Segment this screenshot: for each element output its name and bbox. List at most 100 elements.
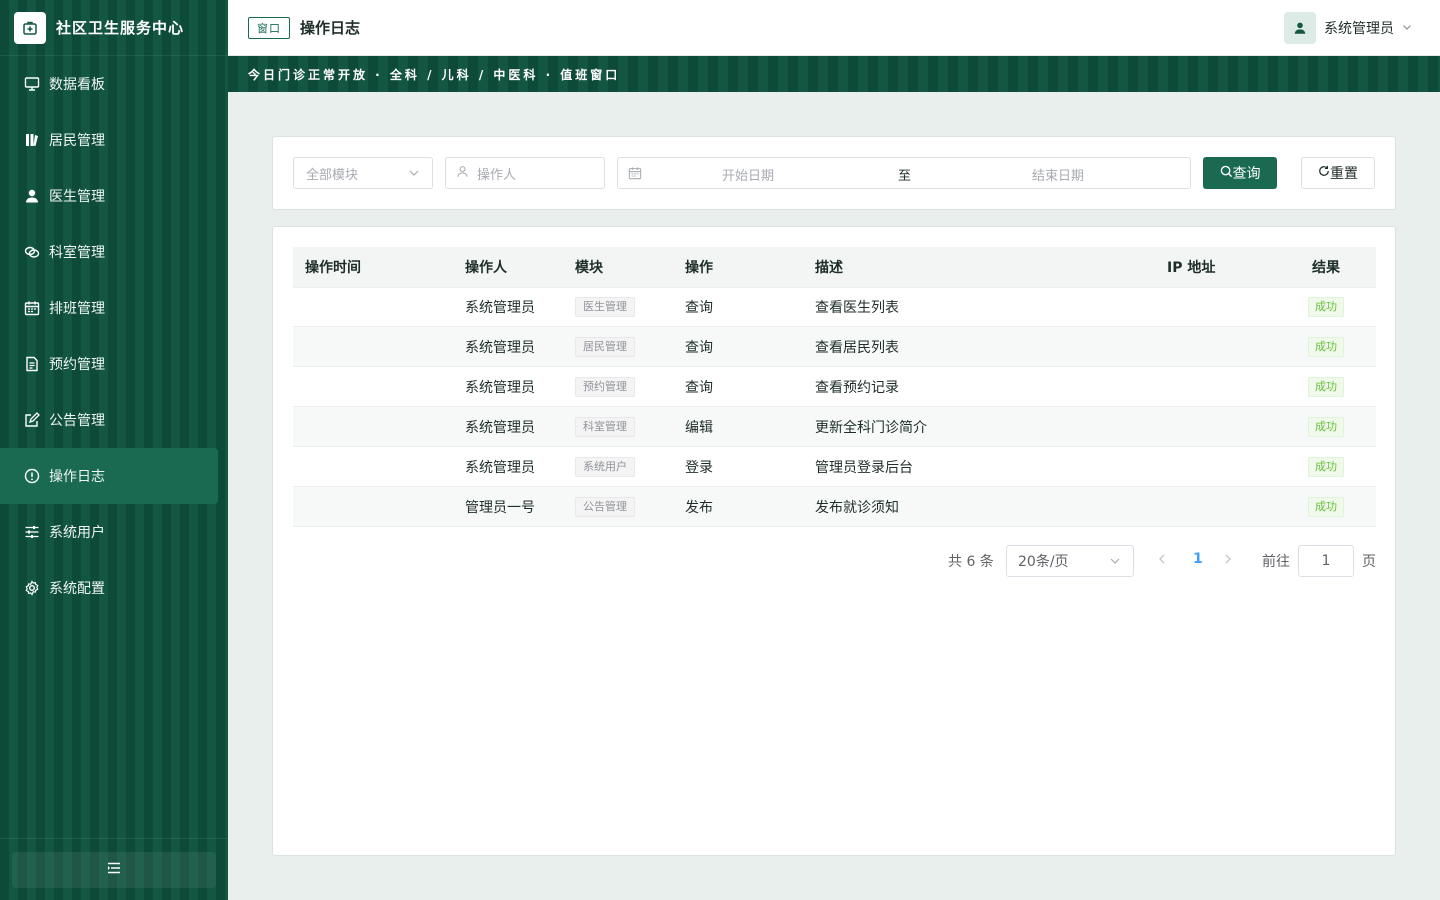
cell-operator: 系统管理员 <box>465 379 535 396</box>
cell-operator: 系统管理员 <box>465 419 535 436</box>
sidebar-item-system-config[interactable]: 系统配置 <box>0 560 228 616</box>
avatar <box>1284 12 1316 44</box>
app-title: 社区卫生服务中心 <box>56 19 185 37</box>
page-number-current[interactable]: 1 <box>1193 551 1203 567</box>
table-row[interactable]: 系统管理员 科室管理 编辑 更新全科门诊简介 成功 <box>293 407 1376 447</box>
operator-placeholder: 操作人 <box>477 167 517 183</box>
query-label: 查询 <box>1232 166 1261 182</box>
sidebar-item-system-users[interactable]: 系统用户 <box>0 504 228 560</box>
module-select[interactable]: 全部模块 <box>293 157 433 189</box>
column-header-action[interactable]: 操作 <box>673 257 803 277</box>
sidebar-item-departments[interactable]: 科室管理 <box>0 224 228 280</box>
sidebar-item-label: 排班管理 <box>49 301 105 317</box>
table-row[interactable]: 系统管理员 系统用户 登录 管理员登录后台 成功 <box>293 447 1376 487</box>
cell-module: 居民管理 <box>563 336 673 357</box>
column-header-operator[interactable]: 操作人 <box>453 257 563 277</box>
sidebar-item-doctors[interactable]: 医生管理 <box>0 168 228 224</box>
cell-action: 查询 <box>685 300 713 316</box>
sidebar-item-appointments[interactable]: 预约管理 <box>0 336 228 392</box>
sidebar-item-label: 医生管理 <box>49 189 105 205</box>
cell-description: 查看居民列表 <box>815 339 899 356</box>
chevron-right-icon <box>1225 554 1231 564</box>
end-date-placeholder[interactable]: 结束日期 <box>1032 165 1084 184</box>
module-tag: 科室管理 <box>575 416 635 437</box>
sidebar-item-label: 公告管理 <box>49 413 105 429</box>
cell-operator: 管理员一号 <box>465 499 535 516</box>
date-range-separator: 至 <box>898 169 912 184</box>
sidebar-item-label: 预约管理 <box>49 357 105 373</box>
column-header-module[interactable]: 模块 <box>563 257 673 277</box>
sidebar-item-label: 科室管理 <box>49 245 105 261</box>
date-range-picker[interactable]: 开始日期 至 结束日期 <box>617 157 1191 189</box>
sidebar-item-label: 数据看板 <box>49 77 105 93</box>
query-button[interactable]: 查询 <box>1203 157 1277 189</box>
chevron-down-icon <box>1109 555 1121 571</box>
cell-module: 系统用户 <box>563 456 673 477</box>
operator-input[interactable]: 操作人 <box>445 157 605 189</box>
column-header-ip[interactable]: IP 地址 <box>1155 257 1276 277</box>
cell-operator: 系统管理员 <box>465 459 535 476</box>
top-header: 窗口 操作日志 系统管理员 <box>228 0 1440 56</box>
cell-result: 成功 <box>1276 336 1376 357</box>
next-page-button[interactable] <box>1223 553 1233 569</box>
table-row[interactable]: 管理员一号 公告管理 发布 发布就诊须知 成功 <box>293 487 1376 527</box>
start-date-placeholder[interactable]: 开始日期 <box>722 165 774 184</box>
cell-description: 管理员登录后台 <box>815 459 913 476</box>
page-size-select[interactable]: 20条/页 <box>1006 545 1134 577</box>
table-row[interactable]: 系统管理员 医生管理 查询 查看医生列表 成功 <box>293 287 1376 327</box>
result-badge: 成功 <box>1308 376 1344 397</box>
sidebar-item-announcements[interactable]: 公告管理 <box>0 392 228 448</box>
cell-operator: 系统管理员 <box>465 339 535 356</box>
cell-module: 公告管理 <box>563 496 673 517</box>
module-tag: 系统用户 <box>575 456 635 477</box>
cell-result: 成功 <box>1276 496 1376 517</box>
cell-result: 成功 <box>1276 297 1376 317</box>
cell-module: 医生管理 <box>563 297 673 317</box>
column-header-result[interactable]: 结果 <box>1276 257 1376 277</box>
table-row[interactable]: 系统管理员 预约管理 查询 查看预约记录 成功 <box>293 367 1376 407</box>
result-badge: 成功 <box>1308 336 1344 357</box>
sliders-icon <box>24 524 40 540</box>
column-header-description[interactable]: 描述 <box>803 257 1155 277</box>
sidebar-item-residents[interactable]: 居民管理 <box>0 112 228 168</box>
module-select-placeholder: 全部模块 <box>306 167 359 183</box>
window-tag: 窗口 <box>248 16 290 39</box>
module-tag: 医生管理 <box>575 297 635 317</box>
result-badge: 成功 <box>1308 416 1344 437</box>
reset-button[interactable]: 重置 <box>1301 157 1375 189</box>
collapse-sidebar-button[interactable] <box>12 851 216 888</box>
cell-result: 成功 <box>1276 416 1376 437</box>
page-size-value: 20条/页 <box>1018 554 1069 570</box>
user-outline-icon <box>456 165 469 182</box>
log-table: 操作时间 操作人 模块 操作 描述 IP 地址 结果 系统管理员 医生管理 查询… <box>293 247 1376 527</box>
edit-icon <box>24 412 40 428</box>
goto-page-input[interactable]: 1 <box>1298 545 1354 577</box>
user-icon <box>24 188 40 204</box>
sidebar-item-label: 居民管理 <box>49 133 105 149</box>
brand: 社区卫生服务中心 <box>0 0 228 56</box>
cell-result: 成功 <box>1276 456 1376 477</box>
goto-label: 前往 <box>1262 554 1290 570</box>
cell-description: 查看医生列表 <box>815 300 899 316</box>
sidebar-item-label: 系统用户 <box>49 525 105 541</box>
sidebar-item-operation-log[interactable]: 操作日志 <box>0 448 218 504</box>
info-circle-icon <box>24 468 40 484</box>
cell-description: 查看预约记录 <box>815 379 899 396</box>
sidebar-item-dashboard[interactable]: 数据看板 <box>0 56 228 112</box>
column-header-time[interactable]: 操作时间 <box>293 257 453 277</box>
result-badge: 成功 <box>1308 496 1344 517</box>
prev-page-button[interactable] <box>1157 553 1167 569</box>
user-menu[interactable]: 系统管理员 <box>1284 12 1412 44</box>
document-icon <box>24 356 40 372</box>
table-row[interactable]: 系统管理员 居民管理 查询 查看居民列表 成功 <box>293 327 1376 367</box>
user-avatar-icon <box>1294 22 1306 34</box>
search-icon <box>1220 165 1233 182</box>
cell-description: 更新全科门诊简介 <box>815 419 927 436</box>
sidebar-nav: 数据看板 居民管理 医生管理 科室管理 排班管理 预约管理 公告管理 操作日志 <box>0 56 228 616</box>
sidebar: 社区卫生服务中心 数据看板 居民管理 医生管理 科室管理 排班管理 预约管理 公… <box>0 0 228 900</box>
calendar-icon <box>628 166 642 184</box>
cell-action: 发布 <box>685 499 713 516</box>
result-badge: 成功 <box>1308 456 1344 477</box>
sidebar-item-schedule[interactable]: 排班管理 <box>0 280 228 336</box>
cell-action: 查询 <box>685 379 713 396</box>
